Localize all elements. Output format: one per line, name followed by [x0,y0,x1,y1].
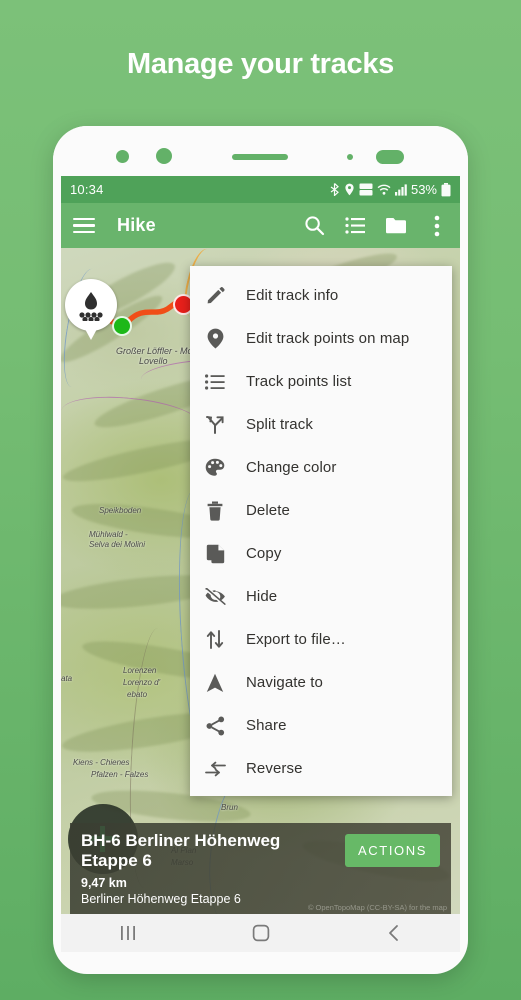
sensor-dot-icon [347,154,353,160]
menu-item-label: Reverse [246,760,303,777]
front-camera-icon [156,148,172,164]
map-pin-icon [202,326,228,352]
search-icon[interactable] [303,215,325,237]
map-attribution: © OpenTopoMap (CC-BY-SA) for the map [307,903,447,912]
earpiece-speaker-icon [232,154,288,160]
pencil-icon [202,283,228,309]
map-label: Selva dei Molini [89,540,146,549]
menu-item-navigate-to[interactable]: Navigate to [190,661,452,704]
track-title: BH-6 Berliner Höhenweg Etappe 6 [81,831,281,871]
map-label: Speikboden [99,506,142,515]
map-label: Lovello [139,356,168,366]
phone-volume-down-button [467,496,468,558]
menu-item-label: Export to file… [246,631,346,648]
hamburger-icon[interactable] [73,217,95,234]
page-title: Manage your tracks [127,48,394,80]
menu-item-label: Share [246,717,287,734]
palette-icon [202,455,228,481]
map-label: Lorenzo d' [123,678,161,687]
campfire-icon [79,292,103,321]
trash-icon [202,498,228,524]
copy-icon [202,541,228,567]
menu-item-delete[interactable]: Delete [190,489,452,532]
menu-item-track-points-list[interactable]: Track points list [190,360,452,403]
navigate-icon [202,670,228,696]
menu-item-edit-track-info[interactable]: Edit track info [190,274,452,317]
bluetooth-icon [330,183,339,196]
status-icons: 53% [329,182,451,197]
overflow-icon[interactable] [426,215,448,237]
home-icon[interactable] [241,920,281,946]
phone-screen: 10:34 53% Hike Großer Löffler - Monte Lo… [61,176,460,952]
android-nav-bar [61,914,460,952]
menu-item-change-color[interactable]: Change color [190,446,452,489]
menu-item-label: Edit track info [246,287,339,304]
menu-item-hide[interactable]: Hide [190,575,452,618]
reverse-icon [202,756,228,782]
share-icon [202,713,228,739]
signal-icon [394,184,407,196]
menu-item-export-to-file[interactable]: Export to file… [190,618,452,661]
track-info-card[interactable]: BH-6 Berliner Höhenweg Etappe 6 9,47 km … [70,823,451,914]
menu-item-reverse[interactable]: Reverse [190,747,452,790]
eye-off-icon [202,584,228,610]
map-label: ata [61,674,73,683]
recents-icon[interactable] [108,920,148,946]
list-icon[interactable] [344,215,366,237]
menu-item-label: Track points list [246,373,352,390]
status-bar: 10:34 53% [61,176,460,203]
app-bar-actions [303,215,448,237]
menu-item-copy[interactable]: Copy [190,532,452,575]
menu-item-label: Split track [246,416,313,433]
menu-item-label: Edit track points on map [246,330,410,347]
menu-item-label: Hide [246,588,278,605]
actions-button[interactable]: ACTIONS [345,834,440,867]
app-title: Hike [117,215,156,235]
menu-item-split-track[interactable]: Split track [190,403,452,446]
phone-top-bezel [53,126,468,182]
menu-item-label: Copy [246,545,282,562]
sensor-dot-icon [116,150,129,163]
start-marker[interactable] [112,316,132,336]
menu-item-edit-track-points-on-map[interactable]: Edit track points on map [190,317,452,360]
folder-icon[interactable] [385,215,407,237]
sensor-bar-icon [376,150,404,164]
list-icon [202,369,228,395]
phone-mockup: 10:34 53% Hike Großer Löffler - Monte Lo… [53,126,468,974]
volte-icon [359,183,373,196]
track-distance: 9,47 km [81,875,127,890]
map-label: Brun [221,803,238,812]
location-icon [345,183,354,196]
battery-icon [441,182,451,196]
wifi-icon [377,184,391,195]
menu-item-label: Change color [246,459,337,476]
app-bar: Hike [61,203,460,248]
track-context-menu: Edit track info Edit track points on map… [190,266,452,796]
split-icon [202,412,228,438]
map-view[interactable]: Großer Löffler - Monte Lovello Speikbode… [61,248,460,952]
poi-callout[interactable] [65,279,117,340]
phone-volume-up-button [467,416,468,478]
export-icon [202,627,228,653]
map-label: Pfalzen - Falzes [91,770,149,779]
status-clock: 10:34 [70,182,104,197]
menu-item-share[interactable]: Share [190,704,452,747]
phone-side-button [467,354,468,392]
map-label: Mühlwald - [89,530,128,539]
menu-item-label: Navigate to [246,674,323,691]
battery-percent-label: 53% [410,182,437,197]
map-label: ebato [127,690,148,699]
map-label: Kiens - Chienes [73,758,130,767]
map-label: Lorenzen [123,666,157,675]
back-icon[interactable] [374,920,414,946]
menu-item-label: Delete [246,502,290,519]
